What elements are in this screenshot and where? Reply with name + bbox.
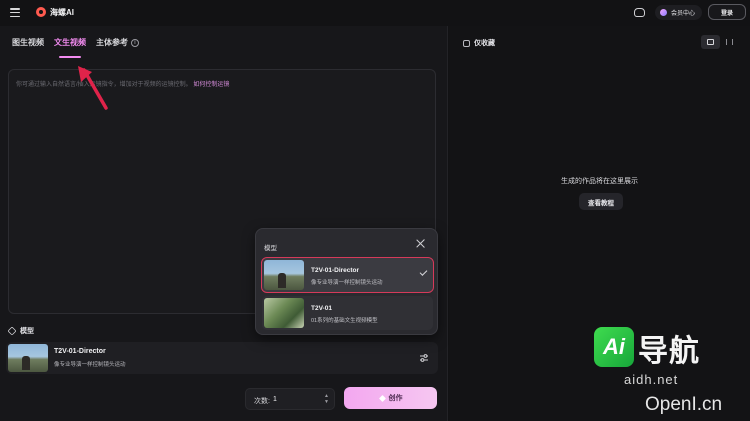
hailuo-logo-icon: [36, 7, 46, 17]
annotation-arrow-icon: [78, 66, 108, 110]
count-stepper[interactable]: ▲ ▼: [324, 393, 329, 405]
model-option-name: T2V-01-Director: [311, 267, 360, 274]
active-tab-indicator: [59, 56, 81, 58]
watermark-logo: Ai: [594, 327, 634, 367]
selected-model-name: T2V-01-Director: [54, 348, 106, 355]
app-title: 海螺AI: [50, 8, 74, 17]
model-option-description: 像专业导演一样控制镜头运动: [311, 280, 383, 286]
model-option-name: T2V-01: [311, 305, 332, 312]
create-button[interactable]: 创作: [344, 387, 437, 409]
model-option-description: 01系列的基础文生视频模型: [311, 318, 378, 324]
count-label: 次数:: [254, 398, 270, 405]
favorites-label: 仅收藏: [474, 40, 495, 47]
grid-view-icon: [707, 39, 714, 45]
model-selector[interactable]: T2V-01-Director 像专业导演一样控制镜头运动: [6, 342, 438, 374]
discord-icon[interactable]: [634, 8, 645, 17]
checkmark-icon: [419, 268, 428, 276]
generation-count-field[interactable]: 次数: 1 ▲ ▼: [245, 388, 335, 410]
model-option-t2v-01[interactable]: T2V-01 01系列的基础文生视频模型: [262, 296, 433, 330]
camera-control-help-link[interactable]: 如何控制运镜: [193, 82, 229, 88]
favorites-checkbox[interactable]: [463, 39, 470, 47]
app-root: 海螺AI 会员中心 登录 图生视频 文生视频 主体参考 i 你可通过输入自然语言/…: [0, 0, 750, 421]
pencil-icon: [378, 394, 386, 402]
info-icon[interactable]: i: [131, 38, 139, 47]
create-button-label: 创作: [388, 395, 403, 402]
watermark-secondary: OpenI.cn: [645, 394, 723, 415]
watermark-domain: aidh.net: [624, 372, 679, 387]
create-panel: 图生视频 文生视频 主体参考 i 你可通过输入自然语言/插入运镜指令，增加对于视频…: [0, 26, 448, 421]
empty-state-text: 生成的作品将在这里展示: [561, 178, 638, 185]
view-tutorial-button[interactable]: 查看教程: [579, 193, 623, 210]
list-view-icon: [726, 39, 733, 45]
model-option-thumbnail: [264, 298, 304, 328]
model-dropdown: 模型 T2V-01-Director 像专业导演一样控制镜头运动 T2V-01 …: [255, 228, 438, 335]
tab-subject-reference[interactable]: 主体参考: [96, 38, 128, 47]
close-icon[interactable]: [416, 239, 425, 248]
login-button[interactable]: 登录: [708, 4, 746, 20]
view-toggle: [701, 35, 743, 49]
list-view-button[interactable]: [720, 35, 739, 49]
model-option-thumbnail: [264, 260, 304, 290]
count-value[interactable]: 1: [273, 396, 277, 403]
member-center-label: 会员中心: [671, 11, 696, 17]
watermark-brand: 导航: [638, 335, 700, 368]
favorites-filter[interactable]: 仅收藏: [463, 38, 495, 48]
model-section-heading: 模型: [7, 326, 34, 336]
model-option-t2v-01-director[interactable]: T2V-01-Director 像专业导演一样控制镜头运动: [261, 257, 434, 293]
member-center-button[interactable]: 会员中心: [655, 5, 702, 20]
tab-text-to-video[interactable]: 文生视频: [54, 37, 86, 48]
tab-subject-reference-wrap: 主体参考 i: [96, 37, 139, 48]
cube-icon: [7, 326, 17, 336]
model-section-label: 模型: [20, 328, 34, 335]
sliders-icon[interactable]: [419, 353, 429, 363]
model-thumbnail: [8, 344, 48, 372]
grid-view-button[interactable]: [701, 35, 720, 49]
hamburger-menu-icon[interactable]: [10, 8, 20, 17]
mode-tabs: 图生视频 文生视频 主体参考 i: [12, 37, 139, 48]
selected-model-description: 像专业导演一样控制镜头运动: [54, 362, 126, 368]
tab-image-to-video[interactable]: 图生视频: [12, 37, 44, 48]
model-dropdown-title: 模型: [264, 245, 277, 252]
member-badge-icon: [660, 9, 667, 16]
top-bar: 海螺AI 会员中心 登录: [0, 0, 750, 26]
prompt-placeholder: 你可通过输入自然语言/插入运镜指令，增加对于视频的运镜控制。 如何控制运镜: [16, 79, 229, 88]
